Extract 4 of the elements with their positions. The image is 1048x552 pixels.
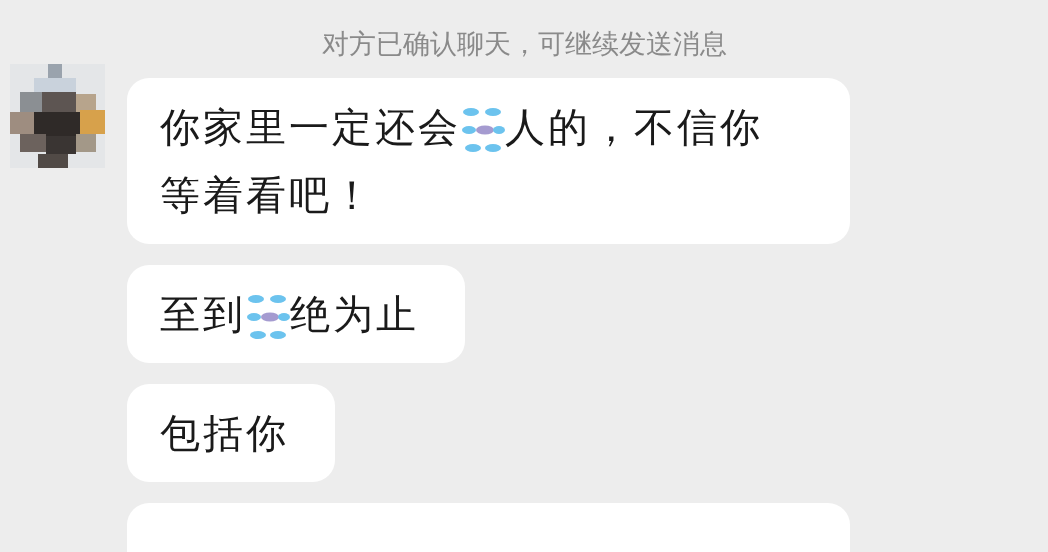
message-text: 你家里一定还会 人的，不信你等着看吧！ xyxy=(160,103,764,220)
message-text: 至到 绝为止 xyxy=(160,280,419,348)
message-text: 包括你 xyxy=(160,409,289,458)
system-message: 对方已确认聊天，可继续发送消息 xyxy=(321,27,727,61)
